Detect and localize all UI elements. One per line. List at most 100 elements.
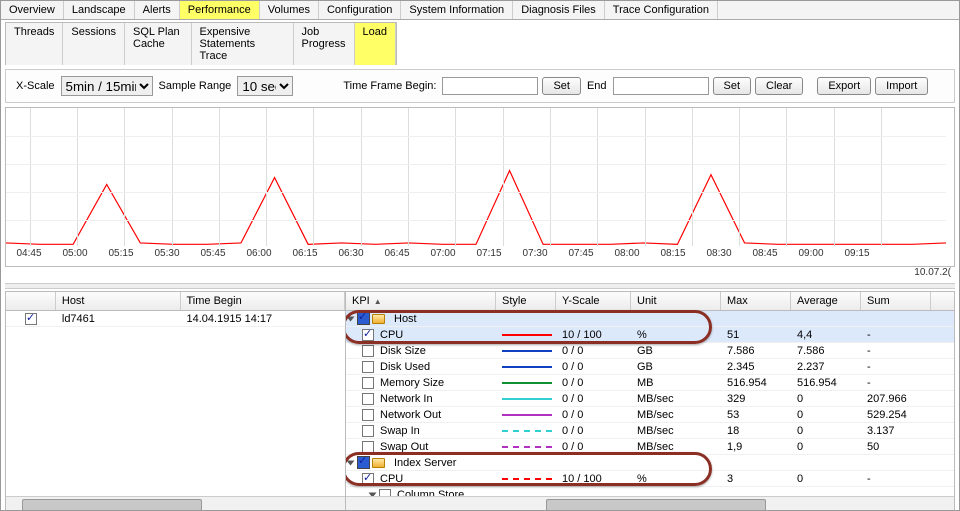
x-tick: 06:00 — [236, 248, 282, 266]
right-horizontal-scrollbar[interactable] — [346, 496, 954, 511]
kpi-row[interactable]: Column Store — [346, 487, 954, 496]
tab-alerts[interactable]: Alerts — [135, 1, 180, 19]
kpi-sum: - — [861, 473, 931, 485]
tab-trace-configuration[interactable]: Trace Configuration — [605, 1, 718, 19]
subtab-expensive-statements-trace[interactable]: Expensive Statements Trace — [192, 23, 294, 65]
col-avg[interactable]: Average — [791, 292, 861, 310]
left-horizontal-scrollbar[interactable] — [6, 496, 345, 511]
kpi-style — [496, 377, 556, 389]
kpi-row[interactable]: Index Server — [346, 455, 954, 471]
expand-icon[interactable] — [347, 316, 355, 321]
kpi-checkbox[interactable] — [362, 409, 374, 421]
kpi-row[interactable]: Network Out0 / 0MB/sec530529.254 — [346, 407, 954, 423]
host-name: ld7461 — [56, 313, 181, 325]
sample-range-select[interactable]: 10 sec — [237, 76, 293, 96]
kpi-row[interactable]: Swap In0 / 0MB/sec1803.137 — [346, 423, 954, 439]
col-time-begin[interactable]: Time Begin — [181, 292, 346, 310]
subtab-job-progress[interactable]: Job Progress — [294, 23, 355, 65]
set-end-button[interactable]: Set — [713, 77, 752, 95]
col-sum[interactable]: Sum — [861, 292, 931, 310]
tab-volumes[interactable]: Volumes — [260, 1, 319, 19]
kpi-row[interactable]: Memory Size0 / 0MB516.954516.954- — [346, 375, 954, 391]
load-chart[interactable]: 04:4505:0005:1505:3005:4506:0006:1506:30… — [5, 107, 955, 267]
kpi-row[interactable]: Disk Used0 / 0GB2.3452.237- — [346, 359, 954, 375]
kpi-label: Index Server — [394, 457, 456, 469]
timeframe-end-label: End — [585, 80, 609, 92]
kpi-yscale: 0 / 0 — [556, 345, 631, 357]
kpi-sum: - — [861, 345, 931, 357]
kpi-style — [496, 473, 556, 485]
col-unit[interactable]: Unit — [631, 292, 721, 310]
toolbar: X-Scale 5min / 15min Sample Range 10 sec… — [5, 69, 955, 103]
subtab-load[interactable]: Load — [355, 23, 396, 65]
style-line-icon — [502, 430, 552, 432]
kpi-checkbox[interactable] — [362, 425, 374, 437]
kpi-row[interactable]: CPU10 / 100%30- — [346, 471, 954, 487]
export-button[interactable]: Export — [817, 77, 871, 95]
subtab-sql-plan-cache[interactable]: SQL Plan Cache — [125, 23, 192, 65]
kpi-label: Column Store — [397, 489, 464, 497]
subtab-sessions[interactable]: Sessions — [63, 23, 125, 65]
kpi-row[interactable]: Swap Out0 / 0MB/sec1,9050 — [346, 439, 954, 455]
kpi-unit: % — [631, 473, 721, 485]
col-max[interactable]: Max — [721, 292, 791, 310]
set-begin-button[interactable]: Set — [542, 77, 581, 95]
host-row[interactable]: ld746114.04.1915 14:17 — [6, 311, 345, 327]
kpi-unit: MB/sec — [631, 409, 721, 421]
col-kpi[interactable]: KPI▲ — [346, 292, 496, 310]
group-color-box[interactable] — [357, 456, 370, 469]
tab-overview[interactable]: Overview — [1, 1, 64, 19]
tab-landscape[interactable]: Landscape — [64, 1, 135, 19]
import-button[interactable]: Import — [875, 77, 928, 95]
chart-footer-timestamp: 10.07.2( — [914, 267, 951, 278]
kpi-checkbox[interactable] — [362, 361, 374, 373]
kpi-avg: 0 — [791, 425, 861, 437]
kpi-label: Network Out — [380, 409, 441, 421]
host-time-begin: 14.04.1915 14:17 — [181, 313, 346, 325]
style-line-icon — [502, 398, 552, 400]
col-host[interactable]: Host — [56, 292, 181, 310]
subtab-threads[interactable]: Threads — [6, 23, 63, 65]
style-line-icon — [502, 366, 552, 368]
kpi-checkbox[interactable] — [362, 441, 374, 453]
kpi-row[interactable]: Disk Size0 / 0GB7.5867.586- — [346, 343, 954, 359]
kpi-row[interactable]: CPU10 / 100%514,4- — [346, 327, 954, 343]
kpi-row[interactable]: Host — [346, 311, 954, 327]
kpi-yscale: 0 / 0 — [556, 425, 631, 437]
kpi-label: Swap In — [380, 425, 420, 437]
kpi-avg: 4,4 — [791, 329, 861, 341]
horizontal-splitter[interactable] — [5, 283, 955, 289]
col-style[interactable]: Style — [496, 292, 556, 310]
kpi-sum: 207.966 — [861, 393, 931, 405]
group-color-box[interactable] — [357, 312, 370, 325]
kpi-label: Disk Size — [380, 345, 426, 357]
tab-performance[interactable]: Performance — [180, 1, 260, 19]
timeframe-begin-input[interactable] — [442, 77, 538, 95]
x-tick: 09:15 — [834, 248, 880, 266]
kpi-checkbox[interactable] — [379, 489, 391, 497]
x-tick: 05:15 — [98, 248, 144, 266]
expand-icon[interactable] — [347, 460, 355, 465]
x-tick: 05:45 — [190, 248, 236, 266]
kpi-checkbox[interactable] — [362, 329, 374, 341]
tab-system-information[interactable]: System Information — [401, 1, 513, 19]
kpi-row[interactable]: Network In0 / 0MB/sec3290207.966 — [346, 391, 954, 407]
kpi-checkbox[interactable] — [362, 393, 374, 405]
col-check[interactable] — [6, 292, 56, 310]
tab-diagnosis-files[interactable]: Diagnosis Files — [513, 1, 605, 19]
kpi-checkbox[interactable] — [362, 345, 374, 357]
clear-button[interactable]: Clear — [755, 77, 803, 95]
xscale-select[interactable]: 5min / 15min — [61, 76, 153, 96]
x-tick: 07:45 — [558, 248, 604, 266]
kpi-checkbox[interactable] — [362, 377, 374, 389]
col-yscale[interactable]: Y-Scale — [556, 292, 631, 310]
host-list-pane: HostTime Begin ld746114.04.1915 14:17 — [6, 292, 346, 511]
kpi-style — [496, 345, 556, 357]
timeframe-end-input[interactable] — [613, 77, 709, 95]
kpi-checkbox[interactable] — [362, 473, 374, 485]
tab-configuration[interactable]: Configuration — [319, 1, 401, 19]
x-tick: 04:45 — [6, 248, 52, 266]
kpi-unit: GB — [631, 361, 721, 373]
style-line-icon — [502, 350, 552, 352]
host-checkbox[interactable] — [25, 313, 37, 325]
